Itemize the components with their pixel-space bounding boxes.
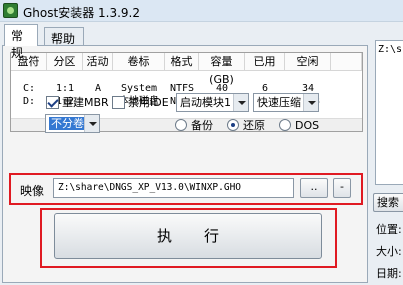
remove-button[interactable]: - [333,178,351,198]
backup-radio[interactable] [175,119,187,131]
compression-select[interactable]: 快速压缩 [253,93,319,112]
boot-module-value: 启动模块1 [180,96,231,109]
disable-ide-label: 禁用IDE [128,96,169,109]
column-header-used[interactable]: 已用 [245,53,285,71]
size-label: 大小: [376,245,402,258]
rebuild-mbr-option[interactable]: 重建MBR [46,93,109,111]
column-header-label[interactable]: 卷标 [113,53,165,71]
chevron-down-icon[interactable] [84,115,99,132]
rebuild-mbr-label: 重建MBR [62,96,109,109]
backup-label: 备份 [191,119,213,132]
table-cell-drive[interactable]: C: [11,82,47,96]
execute-button[interactable]: 执行 [54,213,322,259]
column-header-free[interactable]: 空闲 [285,53,331,71]
dos-radio[interactable] [279,119,291,131]
image-list[interactable]: Z:\sh [375,40,403,185]
app-icon [3,3,18,18]
image-label: 映像 [20,184,45,198]
browse-button[interactable]: .. [300,178,328,198]
tab-help[interactable]: 帮助 [44,27,84,46]
tab-general[interactable]: 常规 [4,24,38,60]
tab-strip: 常规 帮助 [0,24,370,60]
split-value: 不分卷 [49,117,86,130]
column-header-partition[interactable]: 分区 [47,53,83,71]
boot-module-select[interactable]: 启动模块1 [176,93,249,112]
dos-label: DOS [295,118,320,132]
chevron-down-icon[interactable] [233,94,248,111]
window-title: Ghost安装器 1.3.9.2 [23,6,141,20]
search-button[interactable]: 搜索 [373,193,403,212]
disable-ide-option[interactable]: 禁用IDE [112,93,169,111]
mode-backup-option[interactable]: 备份 [175,117,213,133]
mode-restore-option[interactable]: 还原 [227,117,265,133]
column-header-filler [331,53,362,71]
column-header-format[interactable]: 格式 [165,53,199,71]
disable-ide-checkbox[interactable] [112,95,125,109]
chevron-down-icon[interactable] [303,94,318,111]
split-select[interactable]: 不分卷 [45,114,100,133]
mode-dos-option[interactable]: DOS [279,117,319,133]
restore-radio[interactable] [227,119,239,131]
image-path-field[interactable]: Z:\share\DNGS_XP_V13.0\WINXP.GHO [53,178,294,198]
rebuild-mbr-checkbox[interactable] [46,95,59,109]
date-label: 日期: [376,267,402,280]
title-bar: Ghost安装器 1.3.9.2 [0,0,403,22]
column-header-active[interactable]: 活动 [83,53,113,71]
location-label: 位置: [376,223,402,236]
column-header-capacity[interactable]: 容量(GB) [199,53,245,86]
list-item[interactable]: Z:\sh [378,44,403,55]
table-cell-drive[interactable]: D: [11,95,47,109]
restore-label: 还原 [243,119,265,132]
compression-value: 快速压缩 [257,96,301,109]
